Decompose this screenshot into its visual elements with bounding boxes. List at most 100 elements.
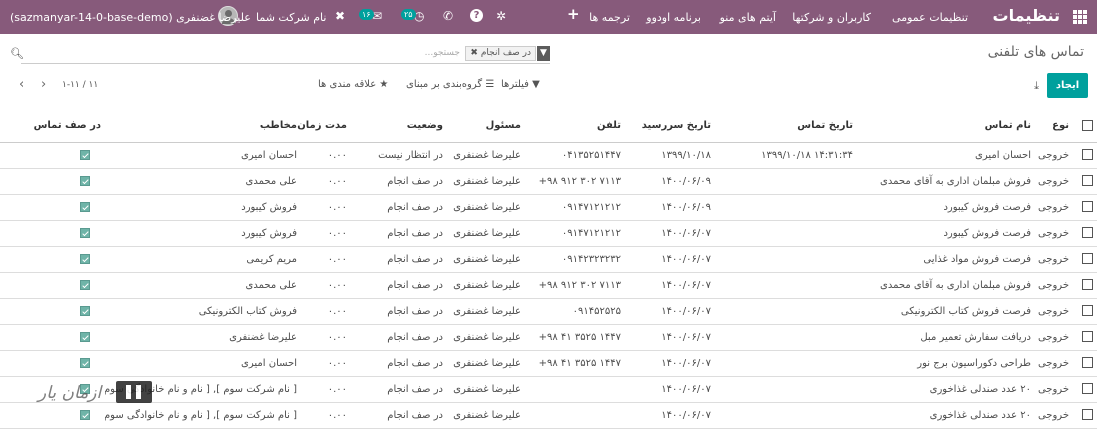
col-deadline[interactable]: تاریخ سررسید (625, 110, 715, 143)
row-checkbox[interactable] (1073, 324, 1097, 351)
company-name[interactable]: نام شرکت شما (256, 11, 326, 24)
cell-duration: ۰.۰۰ (301, 350, 351, 377)
col-phone[interactable]: تلفن (525, 110, 625, 143)
cell-duration: ۰.۰۰ (301, 142, 351, 169)
filters-button[interactable]: ▼ فیلترها (501, 79, 540, 90)
table-row[interactable]: خروجی فروش مبلمان اداری به آقای محمدی ۱۴۰۰… (0, 272, 1097, 299)
facet-label: در صف انجام (480, 48, 531, 58)
cell-deadline: ۱۴۰۰/۰۶/۰۷ (625, 350, 715, 377)
table-row[interactable]: خروجی طراحی دکوراسیون برج نور ۱۴۰۰/۰۶/۰۷ +۹… (0, 350, 1097, 377)
col-name[interactable]: نام تماس (857, 110, 1035, 143)
row-checkbox[interactable] (1073, 298, 1097, 325)
row-checkbox[interactable] (1073, 142, 1097, 169)
col-duration[interactable]: مدت زمان (297, 110, 351, 143)
col-owner[interactable]: مسئول (447, 110, 525, 143)
cell-contact: احسان امیری (105, 350, 301, 377)
groupby-label: گروه‌بندی بر مبنای (406, 79, 483, 90)
facet-remove-icon[interactable]: ✖ (470, 48, 478, 58)
select-all-checkbox[interactable] (1073, 110, 1097, 143)
cell-phone (525, 376, 625, 403)
table-row[interactable]: خروجی فروش مبلمان اداری به آقای محمدی ۱۴۰۰… (0, 168, 1097, 195)
pager-previous-icon[interactable]: ‹ (41, 77, 46, 92)
cell-duration: ۰.۰۰ (301, 298, 351, 325)
menu-general-settings[interactable]: تنظیمات عمومی (892, 11, 968, 24)
cell-owner: علیرضا غضنفری (447, 142, 525, 169)
row-checkbox[interactable] (1073, 350, 1097, 377)
cell-deadline: ۱۴۰۰/۰۶/۰۹ (625, 194, 715, 221)
table-row[interactable]: خروجی ۲۰ عدد صندلی غذاخوری ۱۴۰۰/۰۶/۰۷ علیرض… (0, 376, 1097, 403)
cell-status: در صف انجام (351, 220, 447, 247)
in-queue-checkbox (0, 246, 105, 273)
cell-duration: ۰.۰۰ (301, 194, 351, 221)
cell-call-date (715, 298, 857, 325)
bug-icon[interactable]: ✲ (496, 9, 506, 23)
row-checkbox[interactable] (1073, 272, 1097, 299)
cell-status: در صف انجام (351, 246, 447, 273)
cell-call-date (715, 272, 857, 299)
col-call-date[interactable]: تاریخ تماس (715, 110, 857, 143)
app-title[interactable]: تنظیمات (993, 6, 1060, 25)
cell-duration: ۰.۰۰ (301, 376, 351, 403)
table-row[interactable]: خروجی احسان امیری ۱۳۹۹/۱۰/۱۸ ۱۴:۳۱:۳۴ ۱۳۹۹/… (0, 142, 1097, 169)
in-queue-checkbox (0, 220, 105, 247)
in-queue-checkbox (0, 350, 105, 377)
cell-deadline: ۱۴۰۰/۰۶/۰۷ (625, 220, 715, 247)
plus-icon[interactable]: + (567, 5, 580, 23)
pager-next-icon[interactable]: › (19, 77, 24, 92)
cell-type: خروجی (1035, 220, 1073, 247)
phone-icon[interactable]: ✆ (443, 9, 453, 23)
create-button[interactable]: ایجاد (1047, 73, 1088, 98)
in-queue-checkbox (0, 272, 105, 299)
menu-items[interactable]: آیتم های منو (720, 11, 776, 24)
page-title: تماس های تلفنی (987, 44, 1084, 60)
favorites-label: علاقه مندی ها (318, 79, 377, 90)
cell-call-date (715, 220, 857, 247)
cell-type: خروجی (1035, 194, 1073, 221)
table-row[interactable]: خروجی فرصت فروش کیبورد ۱۴۰۰/۰۶/۰۹ ۰۹۱۴۷۱۲۱۲… (0, 194, 1097, 221)
table-row[interactable]: خروجی فرصت فروش کیبورد ۱۴۰۰/۰۶/۰۷ ۰۹۱۴۷۱۲۱۲… (0, 220, 1097, 247)
groupby-button[interactable]: ☰ گروه‌بندی بر مبنای (406, 79, 494, 90)
row-checkbox[interactable] (1073, 246, 1097, 273)
search-bar[interactable]: ▼ در صف انجام ✖ جستجو... 🔍︎ (10, 44, 550, 64)
table-row[interactable]: خروجی ۲۰ عدد صندلی غذاخوری ۱۴۰۰/۰۶/۰۷ علیرض… (0, 402, 1097, 429)
list-icon: ☰ (485, 79, 495, 90)
cell-type: خروجی (1035, 246, 1073, 273)
cell-contact: علی محمدی (105, 168, 301, 195)
cell-name: فروش مبلمان اداری به آقای محمدی (857, 272, 1035, 299)
menu-translations[interactable]: ترجمه ها (589, 11, 630, 24)
cell-deadline: ۱۳۹۹/۱۰/۱۸ (625, 142, 715, 169)
table-row[interactable]: خروجی فرصت فروش کتاب الکترونیکی ۱۴۰۰/۰۶/۰۷… (0, 298, 1097, 325)
pager-value[interactable]: ۱-۱۱ / ۱۱ (62, 80, 98, 90)
in-queue-checkbox (0, 168, 105, 195)
row-checkbox[interactable] (1073, 194, 1097, 221)
cell-owner: علیرضا غضنفری (447, 246, 525, 273)
col-status[interactable]: وضعیت (351, 110, 447, 143)
cell-call-date (715, 194, 857, 221)
search-icon[interactable]: 🔍︎ (10, 47, 24, 60)
table-row[interactable]: خروجی دریافت سفارش تعمیر مبل ۱۴۰۰/۰۶/۰۷ +۹۸… (0, 324, 1097, 351)
cell-name: فروش مبلمان اداری به آقای محمدی (857, 168, 1035, 195)
table-row[interactable]: خروجی فرصت فروش مواد غذایی ۱۴۰۰/۰۶/۰۷ ۰۹۱۴۲… (0, 246, 1097, 273)
row-checkbox[interactable] (1073, 376, 1097, 403)
in-queue-checkbox (0, 402, 105, 429)
help-icon[interactable]: ? (470, 9, 483, 22)
user-menu[interactable]: علیرضا غضنفری (sazmanyar-14-0-base-demo) (10, 11, 251, 24)
row-checkbox[interactable] (1073, 402, 1097, 429)
menu-odoo-app[interactable]: برنامه اودوو (646, 11, 701, 24)
row-checkbox[interactable] (1073, 220, 1097, 247)
menu-users-companies[interactable]: کاربران و شرکتها (792, 11, 871, 24)
col-in-queue[interactable]: در صف تماس (0, 110, 105, 143)
row-checkbox[interactable] (1073, 168, 1097, 195)
favorites-button[interactable]: ★ علاقه مندی ها (318, 79, 388, 90)
cell-call-date (715, 376, 857, 403)
company-switch-icon[interactable]: ✖ (335, 9, 345, 23)
cell-phone: +۹۸ ۹۱۲ ۳۰۲ ۷۱۱۳ (525, 168, 625, 195)
apps-menu-icon[interactable] (1073, 10, 1087, 24)
download-icon[interactable]: ⤓ (1034, 79, 1039, 93)
search-input[interactable]: جستجو... (425, 48, 460, 58)
watermark-logo (116, 381, 152, 403)
search-facet[interactable]: در صف انجام ✖ (465, 46, 536, 61)
col-contact[interactable]: مخاطب (105, 110, 301, 143)
col-type[interactable]: نوع (1035, 110, 1073, 143)
cell-name: فرصت فروش کیبورد (857, 194, 1035, 221)
